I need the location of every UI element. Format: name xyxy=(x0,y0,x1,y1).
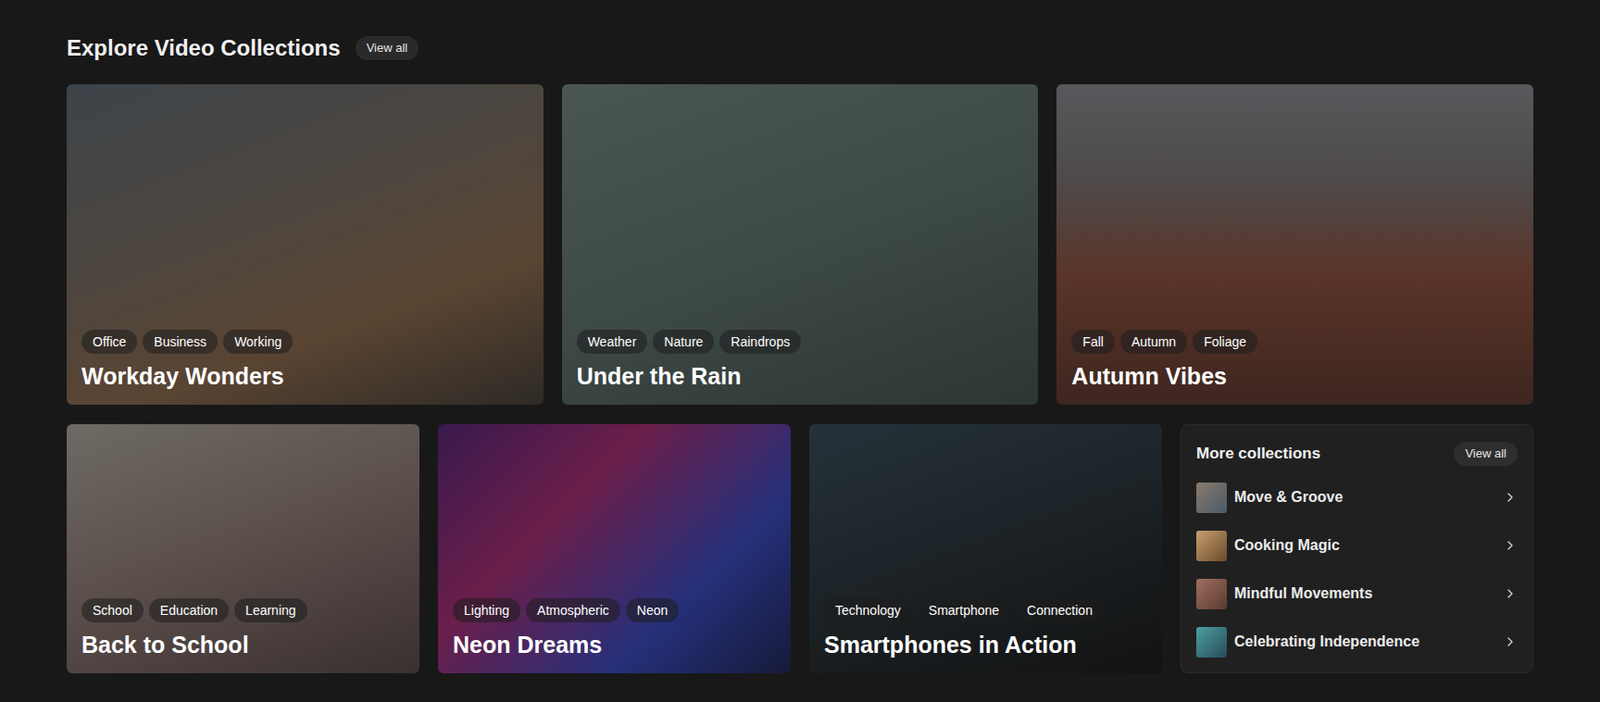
tag[interactable]: Education xyxy=(149,598,229,623)
view-all-button[interactable]: View all xyxy=(355,36,420,61)
tag-list: TechnologySmartphoneConnection xyxy=(824,598,1148,623)
panel-view-all-button[interactable]: View all xyxy=(1453,441,1518,466)
collection-title: Back to School xyxy=(81,630,405,659)
tag[interactable]: School xyxy=(81,598,144,623)
collection-card[interactable]: FallAutumnFoliage Autumn Vibes xyxy=(1056,84,1534,405)
tag[interactable]: Fall xyxy=(1071,329,1115,354)
panel-title: More collections xyxy=(1196,441,1321,466)
tag[interactable]: Connection xyxy=(1015,598,1104,623)
item-title: Celebrating Independence xyxy=(1234,630,1496,653)
item-title: Move & Groove xyxy=(1234,486,1496,509)
tag[interactable]: Office xyxy=(81,329,138,354)
tag-list: SchoolEducationLearning xyxy=(81,598,405,623)
chevron-right-icon xyxy=(1502,489,1518,505)
tag[interactable]: Technology xyxy=(824,598,913,623)
more-collection-item[interactable]: Move & Groove xyxy=(1196,473,1518,522)
tag[interactable]: Working xyxy=(223,329,293,354)
collection-card[interactable]: SchoolEducationLearning Back to School xyxy=(66,424,420,674)
tag[interactable]: Raindrops xyxy=(719,329,801,354)
chevron-right-icon xyxy=(1502,586,1518,601)
section-title: Explore Video Collections xyxy=(66,34,341,63)
tag-list: OfficeBusinessWorking xyxy=(81,329,529,354)
section-header: Explore Video Collections View all xyxy=(66,33,1534,63)
collection-title: Autumn Vibes xyxy=(1071,362,1519,390)
chevron-right-icon xyxy=(1502,537,1518,553)
collection-card[interactable]: TechnologySmartphoneConnectionSmartphone… xyxy=(809,424,1163,674)
top-row: OfficeBusinessWorking Workday Wonders Weat… xyxy=(66,84,1534,405)
panel-header: More collections View all xyxy=(1196,438,1518,469)
collection-title: Under the Rain xyxy=(576,362,1025,390)
collection-title: Smartphones in Action xyxy=(824,630,1148,659)
thumbnail xyxy=(1196,530,1227,562)
tag[interactable]: Neon xyxy=(625,598,679,623)
chevron-right-icon xyxy=(1502,634,1518,650)
more-collections-panel: More collections View all Move & Groove Coo… xyxy=(1180,424,1534,674)
collection-card[interactable]: WeatherNatureRaindrops Under the Rain xyxy=(562,84,1039,405)
thumbnail xyxy=(1196,626,1227,658)
tag[interactable]: Foliage xyxy=(1192,329,1258,354)
page: Explore Video CollectionsView allOfficeB… xyxy=(0,0,1600,702)
collection-card[interactable]: LightingAtmosphericNeon Neon Dreams xyxy=(437,424,791,674)
tag[interactable]: Business xyxy=(142,329,218,354)
thumbnail xyxy=(1196,482,1227,513)
item-title: Mindful Movements xyxy=(1234,582,1496,605)
tag[interactable]: Smartphone xyxy=(917,598,1011,623)
tag[interactable]: Lighting xyxy=(452,598,521,623)
tag[interactable]: Autumn xyxy=(1120,329,1188,354)
more-collection-item[interactable]: Celebrating Independence xyxy=(1196,617,1518,666)
item-title: Cooking Magic xyxy=(1234,534,1496,557)
more-collection-item[interactable]: Cooking Magic xyxy=(1196,521,1518,570)
tag[interactable]: Learning xyxy=(234,598,308,623)
tag[interactable]: Weather xyxy=(576,329,649,354)
thumbnail xyxy=(1196,578,1227,610)
tag[interactable]: Atmospheric xyxy=(525,598,621,623)
collection-title: Neon Dreams xyxy=(452,630,776,659)
collection-title: Workday Wonders xyxy=(81,362,529,390)
more-collection-item[interactable]: Mindful Movements xyxy=(1196,569,1518,618)
tag[interactable]: Nature xyxy=(652,329,714,354)
bottom-row: SchoolEducationLearning Back to School Lig… xyxy=(66,424,1534,674)
tag-list: LightingAtmosphericNeon xyxy=(452,598,776,623)
tag-list: FallAutumnFoliage xyxy=(1071,329,1519,354)
tag-list: WeatherNatureRaindrops xyxy=(576,329,1025,354)
collection-card[interactable]: OfficeBusinessWorking Workday Wonders xyxy=(66,84,544,405)
